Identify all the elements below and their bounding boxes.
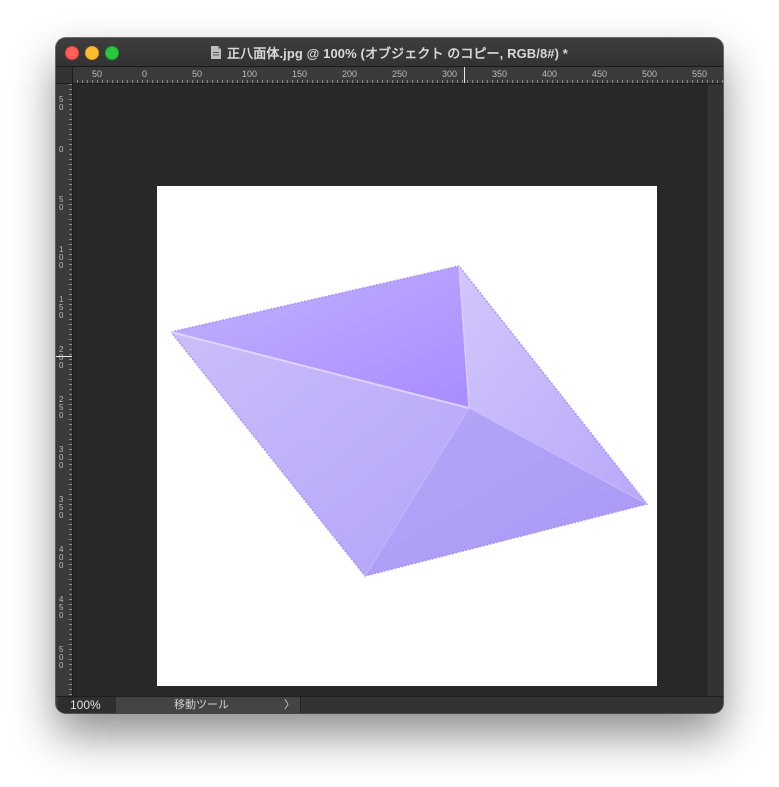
horizontal-scrollbar[interactable] [300, 697, 723, 713]
document-canvas[interactable] [157, 186, 657, 686]
photoshop-document-window: 正八面体.jpg @ 100% (オブジェクト のコピー, RGB/8#) * … [56, 38, 723, 713]
status-info-text: 移動ツール [174, 699, 229, 711]
ruler-label: 0 [59, 411, 64, 420]
ruler-label: 50 [192, 69, 202, 79]
zoom-level-field[interactable]: 100% [58, 697, 116, 713]
ruler-label: 0 [59, 611, 64, 620]
ruler-label: 0 [59, 561, 64, 570]
window-title: 正八面体.jpg @ 100% (オブジェクト のコピー, RGB/8#) * [227, 45, 568, 61]
octahedron-image[interactable] [157, 186, 657, 686]
ruler-label: 0 [59, 461, 64, 470]
status-info-popup[interactable]: 移動ツール 〉 [116, 697, 300, 713]
document-icon [211, 45, 222, 59]
ruler-origin-corner[interactable] [56, 67, 73, 84]
status-bar: 100% 移動ツール 〉 [56, 696, 723, 713]
ruler-label: 450 [592, 69, 607, 79]
ruler-label: 350 [492, 69, 507, 79]
ruler-label: 0 [59, 311, 64, 320]
ruler-label: 250 [392, 69, 407, 79]
ruler-label: 0 [59, 261, 64, 270]
ruler-label: 0 [59, 661, 64, 670]
ruler-label: 150 [292, 69, 307, 79]
title-bar[interactable]: 正八面体.jpg @ 100% (オブジェクト のコピー, RGB/8#) * [56, 38, 723, 67]
ruler-label: 0 [59, 103, 64, 112]
horizontal-ruler[interactable]: 50 0 50 100 150 200 250 300 350 400 450 500 550 [56, 67, 723, 84]
ruler-label: 200 [342, 69, 357, 79]
ruler-label: 100 [242, 69, 257, 79]
ruler-label: 0 [59, 203, 64, 212]
ruler-label: 400 [542, 69, 557, 79]
ruler-label: 50 [92, 69, 102, 79]
ruler-label: 500 [642, 69, 657, 79]
chevron-right-icon[interactable]: 〉 [284, 697, 295, 713]
vertical-ruler[interactable]: 500501001502002503003504004505005 [56, 84, 73, 696]
title-container: 正八面体.jpg @ 100% (オブジェクト のコピー, RGB/8#) * [56, 38, 723, 66]
ruler-label: 300 [442, 69, 457, 79]
ruler-label: 0 [59, 145, 64, 154]
ruler-label: 550 [692, 69, 707, 79]
ruler-label: 0 [59, 361, 64, 370]
ruler-label: 0 [59, 511, 64, 520]
pasteboard[interactable] [73, 84, 707, 696]
ruler-label: 0 [142, 69, 147, 79]
vertical-scrollbar[interactable] [707, 84, 723, 696]
